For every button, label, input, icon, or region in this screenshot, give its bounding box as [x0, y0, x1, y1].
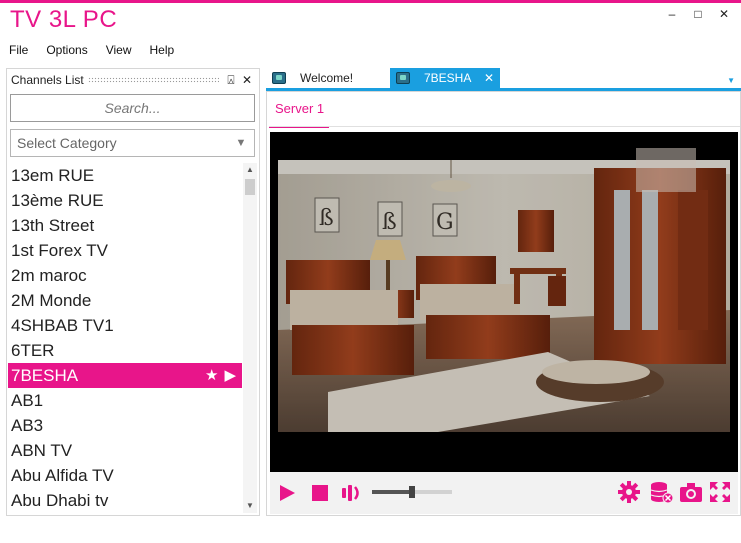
- app-title: TV 3L PC: [10, 6, 118, 33]
- camera-icon[interactable]: [680, 482, 702, 502]
- channel-name: 2M Monde: [11, 291, 92, 310]
- tv-icon: [396, 72, 410, 84]
- category-select-value: Select Category: [17, 135, 117, 151]
- channel-item[interactable]: 4SHBAB TV1: [8, 313, 242, 338]
- channel-name: AB1: [11, 391, 44, 410]
- channel-item[interactable]: AB1: [8, 388, 242, 413]
- category-select[interactable]: Select Category ▼: [10, 129, 255, 157]
- menu-bar: File Options View Help: [0, 40, 192, 60]
- channel-item[interactable]: Abu Alfida TV: [8, 463, 242, 488]
- channel-name: 6TER: [11, 341, 55, 360]
- channel-name: 4SHBAB TV1: [11, 316, 114, 335]
- window-controls: – □ ✕: [661, 6, 735, 22]
- tab-welcome[interactable]: Welcome!: [266, 68, 390, 88]
- maximize-button[interactable]: □: [687, 6, 709, 22]
- channel-item[interactable]: ABN TV: [8, 438, 242, 463]
- channel-item[interactable]: 13em RUE: [8, 163, 242, 188]
- channel-item[interactable]: AB3: [8, 413, 242, 438]
- gear-icon[interactable]: [618, 481, 640, 503]
- volume-knob[interactable]: [409, 486, 415, 498]
- channel-item[interactable]: 13ème RUE: [8, 188, 242, 213]
- channel-list: 13em RUE 13ème RUE 13th Street 1st Forex…: [8, 163, 242, 513]
- channel-name: 2m maroc: [11, 266, 87, 285]
- channel-name: Abu Dhabi tv: [11, 491, 109, 510]
- tab-label: 7BESHA: [424, 71, 472, 85]
- menu-options[interactable]: Options: [46, 40, 87, 60]
- tab-server-1[interactable]: Server 1: [269, 100, 329, 128]
- play-icon[interactable]: [280, 485, 295, 501]
- channel-item[interactable]: Abu Dhabi tv: [8, 488, 242, 513]
- search-input[interactable]: [11, 95, 254, 121]
- logo-placeholder: [636, 148, 696, 192]
- channel-name: Abu Alfida TV: [11, 466, 114, 485]
- channel-item[interactable]: 2M Monde: [8, 288, 242, 313]
- channels-panel-header: Channels List ⍓ ✕: [7, 69, 259, 91]
- player-controls: [270, 472, 738, 514]
- scroll-down-icon[interactable]: ▼: [243, 499, 257, 513]
- menu-view[interactable]: View: [106, 40, 132, 60]
- channel-name: 13em RUE: [11, 166, 95, 185]
- tab-list-dropdown-icon[interactable]: ▼: [727, 76, 735, 85]
- tab-strip: Welcome! 7BESHA ✕: [266, 68, 741, 88]
- close-window-button[interactable]: ✕: [713, 6, 735, 22]
- channel-name: ABN TV: [11, 441, 73, 460]
- channel-name: 7BESHA: [11, 366, 79, 385]
- menu-file[interactable]: File: [9, 40, 28, 60]
- channel-list-scrollbar[interactable]: ▲ ▼: [243, 163, 257, 513]
- tv-icon: [272, 72, 286, 84]
- fullscreen-icon[interactable]: [710, 482, 730, 502]
- scroll-up-icon[interactable]: ▲: [243, 163, 257, 177]
- minimize-button[interactable]: –: [661, 6, 683, 22]
- channel-item[interactable]: 1st Forex TV: [8, 238, 242, 263]
- channel-name: AB3: [11, 416, 44, 435]
- menu-help[interactable]: Help: [150, 40, 175, 60]
- channels-panel-title: Channels List: [11, 73, 84, 87]
- pin-icon[interactable]: ⍓: [223, 73, 239, 88]
- tab-label: Welcome!: [300, 71, 354, 85]
- chevron-down-icon: ▼: [235, 137, 247, 149]
- favorite-star-icon[interactable]: ★: [205, 367, 218, 384]
- video-display[interactable]: ß ß G: [270, 132, 738, 472]
- panel-grip[interactable]: [87, 77, 219, 83]
- channel-item-selected[interactable]: 7BESHA ★ ▶: [8, 363, 242, 388]
- title-accent-line: [0, 0, 741, 3]
- channels-panel: Channels List ⍓ ✕ Select Category ▼ 13em…: [6, 68, 260, 516]
- volume-fill: [372, 490, 412, 494]
- server-tabs-divider: [269, 126, 740, 127]
- channel-item[interactable]: 13th Street: [8, 213, 242, 238]
- close-tab-icon[interactable]: ✕: [484, 71, 494, 85]
- channel-item[interactable]: 6TER: [8, 338, 242, 363]
- channel-name: 13th Street: [11, 216, 95, 235]
- player-area: Server 1 ß ß G: [266, 91, 741, 516]
- database-remove-icon[interactable]: [650, 481, 674, 503]
- volume-slider[interactable]: [372, 486, 452, 498]
- tab-7besha[interactable]: 7BESHA ✕: [390, 68, 500, 88]
- channel-actions: ★ ▶: [199, 363, 236, 388]
- scrollbar-thumb[interactable]: [245, 179, 255, 195]
- play-channel-icon[interactable]: ▶: [224, 367, 236, 384]
- channel-name: 13ème RUE: [11, 191, 104, 210]
- video-frame: ß ß G: [278, 160, 730, 432]
- stop-icon[interactable]: [312, 485, 328, 501]
- search-box: [10, 94, 255, 122]
- volume-icon[interactable]: [342, 483, 362, 503]
- close-panel-icon[interactable]: ✕: [239, 73, 255, 87]
- channel-item[interactable]: 2m maroc: [8, 263, 242, 288]
- channel-name: 1st Forex TV: [11, 241, 108, 260]
